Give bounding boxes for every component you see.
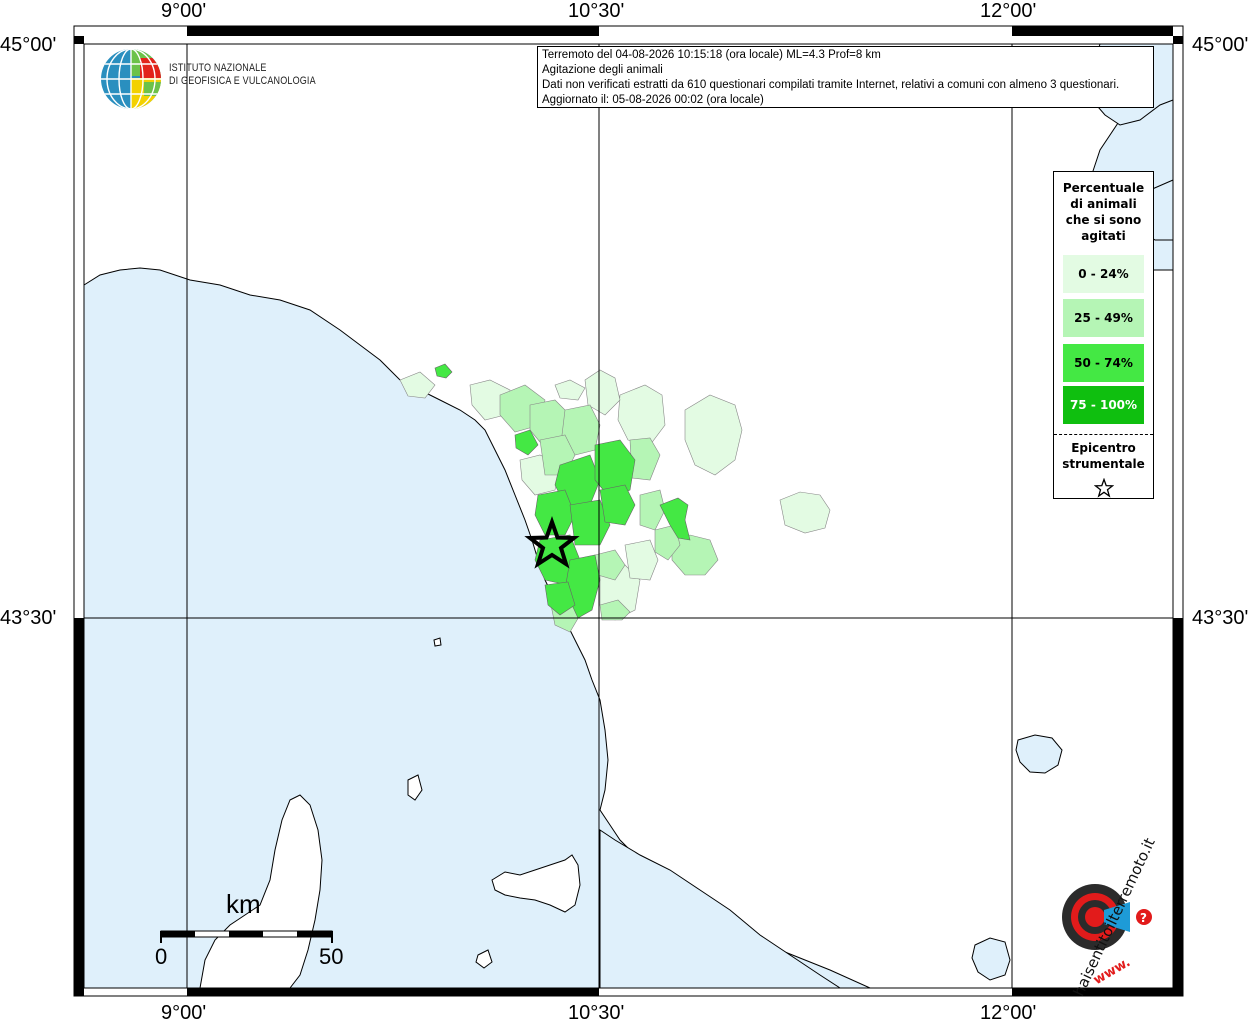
legend-star-icon xyxy=(1094,478,1114,498)
event-info-line4: Aggiornato il: 05-08-2026 00:02 (ora loc… xyxy=(542,94,764,106)
ingv-logo-line2: DI GEOFISICA E VULCANOLOGIA xyxy=(169,75,316,87)
legend-separator xyxy=(1054,434,1153,435)
ingv-globe-icon xyxy=(101,49,161,109)
legend-epicenter-label: Epicentro strumentale xyxy=(1054,440,1153,472)
legend-title-line: agitati xyxy=(1081,229,1126,243)
island-small-2 xyxy=(433,637,442,647)
svg-text:?: ? xyxy=(1140,911,1147,925)
legend-epicenter-line: Epicentro xyxy=(1071,441,1136,455)
event-info-line2: Agitazione degli animali xyxy=(542,64,663,76)
scale-unit: km xyxy=(226,889,261,919)
lat-label-right-2: 43°30' xyxy=(1192,607,1249,629)
legend-title-line: di animali xyxy=(1070,197,1137,211)
lon-label-top-2: 10°30' xyxy=(568,0,625,22)
lon-label-bottom-1: 9°00' xyxy=(161,1002,207,1024)
event-info-box: Terremoto del 04-08-2026 10:15:18 (ora l… xyxy=(537,46,1154,108)
legend-item-25-49: 25 - 49% xyxy=(1063,299,1144,337)
scale-max: 50 xyxy=(319,944,344,969)
ingv-logo: ISTITUTO NAZIONALE DI GEOFISICA E VULCAN… xyxy=(100,48,340,110)
legend-epicenter-line: strumentale xyxy=(1062,457,1145,471)
legend-item-0-24: 0 - 24% xyxy=(1063,255,1144,293)
lon-label-bottom-3: 12°00' xyxy=(980,1002,1037,1024)
event-info-line1: Terremoto del 04-08-2026 10:15:18 (ora l… xyxy=(542,49,881,61)
legend: Percentuale di animali che si sono agita… xyxy=(1053,171,1154,499)
legend-title: Percentuale di animali che si sono agita… xyxy=(1054,180,1153,244)
scale-min: 0 xyxy=(155,944,168,969)
legend-item-50-74: 50 - 74% xyxy=(1063,344,1144,382)
lon-label-bottom-2: 10°30' xyxy=(568,1002,625,1024)
legend-title-line: che si sono xyxy=(1065,213,1142,227)
lon-label-top-3: 12°00' xyxy=(980,0,1037,22)
legend-item-75-100: 75 - 100% xyxy=(1063,386,1144,424)
ingv-logo-line1: ISTITUTO NAZIONALE xyxy=(169,62,267,74)
legend-title-line: Percentuale xyxy=(1062,181,1145,195)
lat-label-right-1: 45°00' xyxy=(1192,34,1249,56)
lat-label-left-1: 45°00' xyxy=(0,34,57,56)
haisentito-logo: ? haisentitoilterremoto.it www. xyxy=(1030,835,1160,999)
ingv-logo-text: ISTITUTO NAZIONALE DI GEOFISICA E VULCAN… xyxy=(169,62,316,88)
event-info-line3: Dati non verificati estratti da 610 ques… xyxy=(542,79,1120,91)
lat-label-left-2: 43°30' xyxy=(0,607,57,629)
lon-label-top-1: 9°00' xyxy=(161,0,207,22)
